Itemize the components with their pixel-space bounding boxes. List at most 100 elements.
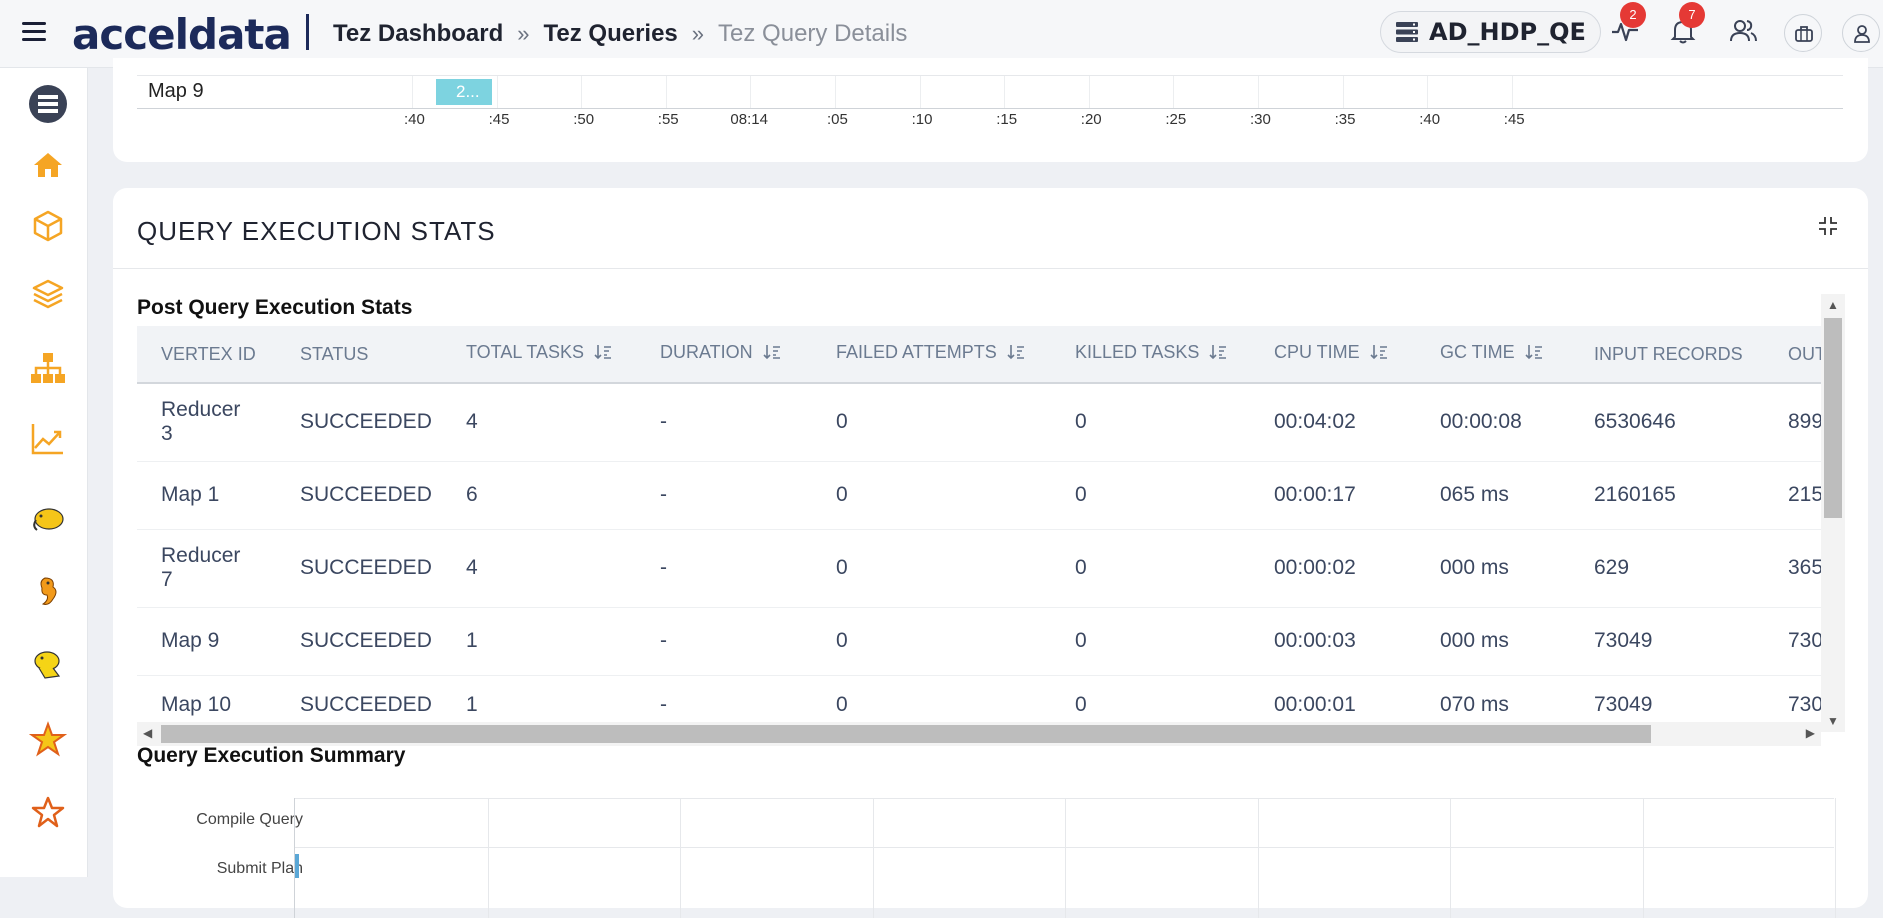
briefcase-button[interactable]: [1784, 14, 1822, 52]
table-cell: 6530646: [1594, 410, 1676, 434]
hadoop-elephant-icon[interactable]: [29, 500, 67, 538]
breadcrumb-tez-queries[interactable]: Tez Queries: [544, 20, 678, 48]
home-icon[interactable]: [29, 146, 67, 184]
table-cell: 629: [1594, 556, 1630, 579]
summary-grid: [294, 798, 1836, 918]
col-header-cpu-time[interactable]: CPU TIME: [1250, 326, 1416, 383]
hive-icon[interactable]: [29, 646, 67, 684]
submit-plan-bar: [295, 854, 299, 878]
table-row[interactable]: Reducer 3 SUCCEEDED 4 - 0 0 00:04:02 00:00:08 65…: [137, 383, 1821, 461]
table-cell: 0: [836, 629, 848, 652]
col-header-status[interactable]: STATUS: [276, 326, 442, 383]
timeline-gridline: [581, 76, 583, 108]
table-cell: 0: [836, 410, 848, 434]
profile-button[interactable]: [1842, 14, 1880, 52]
table-cell: SUCCEEDED: [300, 410, 432, 434]
table-cell: Reducer 3: [161, 398, 241, 446]
table-cell: 6: [466, 483, 478, 506]
scroll-up-arrow[interactable]: ▲: [1827, 298, 1839, 312]
col-header-duration[interactable]: DURATION: [636, 326, 812, 383]
table-cell: 0: [1075, 693, 1087, 716]
layers-icon[interactable]: [29, 275, 67, 313]
table-row[interactable]: Map 1 SUCCEEDED 6 - 0 0 00:00:17 065 ms 2160165 2…: [137, 461, 1821, 529]
user-icon: [1854, 25, 1870, 43]
hierarchy-icon[interactable]: [29, 349, 67, 387]
star-logo-icon[interactable]: [29, 721, 67, 759]
timeline-axis: [137, 108, 1843, 109]
table-cell: 4: [466, 410, 478, 434]
col-header-failed-attempts[interactable]: FAILED ATTEMPTS: [812, 326, 1051, 383]
trend-chart-icon[interactable]: [29, 420, 67, 458]
notifications-badge: 7: [1679, 2, 1705, 28]
table-row[interactable]: Map 9 SUCCEEDED 1 - 0 0 00:00:03 000 ms 73049 730…: [137, 607, 1821, 675]
query-execution-summary-title: Query Execution Summary: [137, 744, 406, 767]
sort-icon[interactable]: [763, 343, 781, 366]
timeline-gridline: [1173, 76, 1175, 108]
timeline-gridline: [1342, 76, 1344, 108]
timeline-gridline: [919, 76, 921, 108]
timeline-tick-label: :40: [404, 111, 425, 128]
vertical-scroll-thumb[interactable]: [1824, 318, 1842, 518]
table-cell: 7304: [1788, 693, 1821, 716]
sort-icon[interactable]: [1525, 343, 1543, 366]
col-header-total-tasks[interactable]: TOTAL TASKS: [442, 326, 636, 383]
sort-icon[interactable]: [1209, 343, 1227, 366]
star-outline-icon[interactable]: [29, 794, 67, 832]
sort-icon[interactable]: [1007, 343, 1025, 366]
vertical-scrollbar[interactable]: ▲ ▼: [1821, 294, 1845, 732]
timeline-gridline: [1258, 76, 1259, 108]
cluster-icon[interactable]: [29, 85, 67, 123]
table-cell: 070 ms: [1440, 693, 1509, 716]
table-cell: 73049: [1594, 693, 1653, 716]
timeline-bar[interactable]: 2...: [436, 79, 492, 105]
table-cell: SUCCEEDED: [300, 629, 432, 652]
grid-line: [680, 798, 681, 918]
table-row[interactable]: Map 10 SUCCEEDED 1 - 0 0 00:00:01 070 ms 73049 73…: [137, 675, 1821, 722]
timeline-gridline: [1427, 76, 1429, 108]
table-cell: 3652: [1788, 556, 1821, 579]
table-cell: Reducer 7: [161, 544, 241, 591]
table-cell: SUCCEEDED: [300, 556, 432, 579]
table-cell: -: [660, 693, 667, 716]
breadcrumb-tez-query-details: Tez Query Details: [718, 20, 908, 47]
stats-table: VERTEX ID STATUS TOTAL TASKS DURATION FA…: [137, 326, 1821, 722]
timeline-gridline: [1511, 76, 1513, 108]
table-cell: 4: [466, 556, 478, 579]
scroll-down-arrow[interactable]: ▼: [1827, 714, 1839, 728]
horizontal-scrollbar[interactable]: ◀ ▶: [137, 722, 1821, 746]
timeline-tick-label: :35: [1334, 111, 1356, 128]
menu-icon[interactable]: [22, 22, 46, 42]
cube-icon[interactable]: [29, 207, 67, 245]
sort-icon[interactable]: [1370, 343, 1388, 366]
scroll-right-arrow[interactable]: ▶: [1806, 726, 1815, 740]
table-cell: 00:00:03: [1274, 629, 1356, 652]
col-header-vertex-id[interactable]: VERTEX ID: [137, 326, 276, 383]
timeline-gridline: [496, 76, 498, 108]
seahorse-icon[interactable]: [29, 573, 67, 611]
users-icon[interactable]: [1728, 16, 1758, 46]
scroll-left-arrow[interactable]: ◀: [143, 726, 152, 740]
col-header-output-records[interactable]: OUTPUT RECORDS: [1764, 326, 1821, 383]
horizontal-scroll-thumb[interactable]: [161, 725, 1651, 743]
logo[interactable]: acceldata: [72, 10, 292, 59]
table-cell: 73049: [1594, 629, 1653, 652]
sort-icon[interactable]: [594, 343, 612, 366]
timeline-tick-label: :25: [1165, 111, 1187, 128]
table-cell: -: [660, 483, 667, 506]
col-header-gc-time[interactable]: GC TIME: [1416, 326, 1570, 383]
col-header-killed-tasks[interactable]: KILLED TASKS: [1051, 326, 1250, 383]
cluster-name: AD_HDP_QE: [1429, 18, 1586, 46]
timeline-row-label: Map 9: [148, 80, 204, 102]
timeline-tick-label: :30: [1250, 111, 1271, 128]
alerts-badge: 2: [1620, 2, 1646, 28]
col-header-input-records[interactable]: INPUT RECORDS: [1570, 326, 1764, 383]
table-row[interactable]: Reducer 7 SUCCEEDED 4 - 0 0 00:00:02 000 ms 629 3…: [137, 529, 1821, 607]
summary-chart: Compile Query Submit Plan: [137, 798, 1843, 918]
server-icon: [1396, 22, 1418, 42]
breadcrumb-tez-dashboard[interactable]: Tez Dashboard: [333, 20, 503, 48]
cluster-selector[interactable]: AD_HDP_QE: [1380, 11, 1601, 53]
table-cell: 0: [836, 483, 848, 506]
briefcase-icon: [1795, 26, 1813, 42]
table-cell: 000 ms: [1440, 556, 1509, 579]
collapse-icon[interactable]: [1816, 214, 1840, 238]
